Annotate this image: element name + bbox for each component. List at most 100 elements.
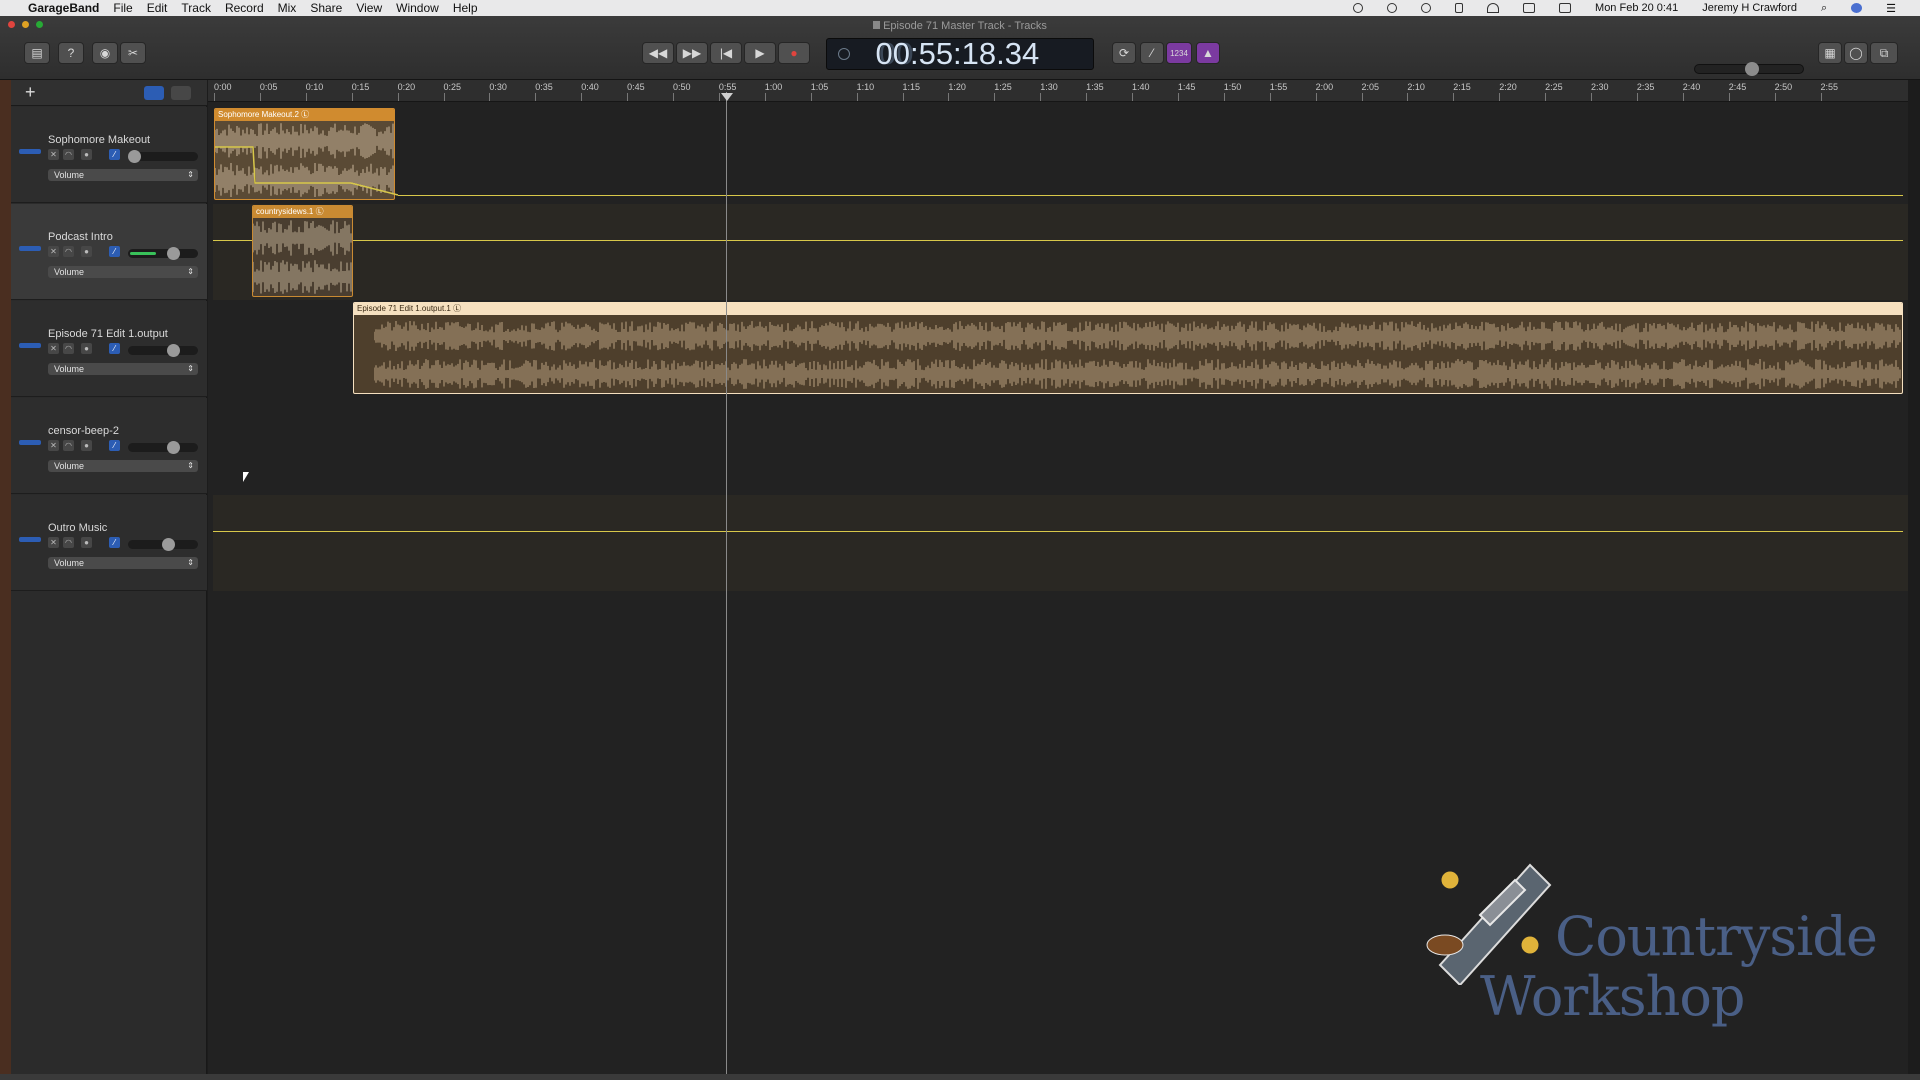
region-title[interactable]: countrysidews.1 Ⓛ <box>253 206 352 218</box>
play-button[interactable]: ▶ <box>744 42 776 64</box>
solo-button[interactable]: ◠ <box>63 246 74 257</box>
airplay-icon[interactable] <box>1523 3 1536 13</box>
cycle-button[interactable]: ⟳ <box>1112 42 1136 64</box>
menubar-user[interactable]: Jeremy H Crawford <box>1702 2 1797 14</box>
audio-region[interactable]: countrysidews.1 Ⓛ <box>252 205 353 297</box>
track-icon[interactable] <box>19 246 41 251</box>
count-in-button[interactable]: 1234 <box>1166 42 1192 64</box>
quick-help-button[interactable]: ? <box>58 42 84 64</box>
metronome-button[interactable]: ▲ <box>1196 42 1220 64</box>
loop-browser-button[interactable]: ◯ <box>1844 42 1868 64</box>
menu-record[interactable]: Record <box>225 1 264 15</box>
menu-share[interactable]: Share <box>310 1 342 15</box>
track-header[interactable]: Outro Music ✕ ◠ ● ⁄ Volume ⇕ <box>11 495 207 591</box>
record-status-icon[interactable] <box>1353 3 1364 13</box>
rewind-button[interactable]: ◀◀ <box>642 42 674 64</box>
record-enable-button[interactable]: ● <box>81 246 92 257</box>
mute-button[interactable]: ✕ <box>48 440 59 451</box>
fast-forward-button[interactable]: ▶▶ <box>676 42 708 64</box>
track-header[interactable]: Episode 71 Edit 1.output ✕ ◠ ● ⁄ Volume … <box>11 301 207 397</box>
track-icon[interactable] <box>19 440 41 445</box>
automation-button[interactable]: ⁄ <box>109 149 120 160</box>
automation-button[interactable]: ⁄ <box>109 537 120 548</box>
track-volume-slider[interactable] <box>128 150 198 163</box>
time-machine-icon[interactable] <box>1421 3 1432 13</box>
menu-file[interactable]: File <box>113 1 132 15</box>
automation-parameter-select[interactable]: Volume ⇕ <box>48 363 198 375</box>
track-name[interactable]: Sophomore Makeout <box>48 134 150 146</box>
menu-view[interactable]: View <box>356 1 382 15</box>
record-enable-button[interactable]: ● <box>81 343 92 354</box>
notification-center-icon[interactable]: ☰ <box>1886 2 1896 15</box>
track-volume-slider[interactable] <box>128 538 198 551</box>
automation-button[interactable]: ⁄ <box>109 246 120 257</box>
track-lane[interactable] <box>213 107 1908 203</box>
record-enable-button[interactable]: ● <box>81 537 92 548</box>
media-browser-button[interactable]: ⧉ <box>1870 42 1898 64</box>
master-volume-slider[interactable] <box>1694 62 1804 76</box>
bluetooth-icon[interactable] <box>1455 3 1464 13</box>
wifi-icon[interactable] <box>1487 3 1500 13</box>
smart-controls-button[interactable]: ◉ <box>92 42 118 64</box>
audio-region[interactable]: Episode 71 Edit 1.output.1 Ⓛ <box>353 302 1903 394</box>
automation-line[interactable] <box>213 531 1903 532</box>
track-name[interactable]: censor-beep-2 <box>48 425 119 437</box>
track-volume-knob[interactable] <box>167 344 181 357</box>
track-lane[interactable] <box>213 204 1908 300</box>
solo-button[interactable]: ◠ <box>63 440 74 451</box>
automation-parameter-select[interactable]: Volume ⇕ <box>48 266 198 278</box>
track-lane[interactable] <box>213 495 1908 591</box>
record-enable-button[interactable]: ● <box>81 440 92 451</box>
track-volume-knob[interactable] <box>161 538 175 551</box>
track-icon[interactable] <box>19 149 41 154</box>
playhead[interactable] <box>726 92 727 1080</box>
solo-button[interactable]: ◠ <box>63 149 74 160</box>
record-enable-button[interactable]: ● <box>81 149 92 160</box>
track-volume-knob[interactable] <box>128 150 141 163</box>
note-pad-button[interactable]: ▦ <box>1818 42 1842 64</box>
track-name[interactable]: Podcast Intro <box>48 231 113 243</box>
mute-button[interactable]: ✕ <box>48 246 59 257</box>
track-name[interactable]: Outro Music <box>48 522 107 534</box>
menu-track[interactable]: Track <box>181 1 211 15</box>
automation-curve[interactable] <box>213 107 413 203</box>
track-header[interactable]: censor-beep-2 ✕ ◠ ● ⁄ Volume ⇕ <box>11 398 207 494</box>
track-header[interactable]: Sophomore Makeout ✕ ◠ ● ⁄ Volume ⇕ <box>11 107 207 203</box>
siri-icon[interactable] <box>1851 3 1863 13</box>
track-icon[interactable] <box>19 537 41 542</box>
creative-cloud-icon[interactable] <box>1387 3 1398 13</box>
track-volume-slider[interactable] <box>128 247 198 260</box>
region-title[interactable]: Episode 71 Edit 1.output.1 Ⓛ <box>354 303 1902 315</box>
catch-playhead-button[interactable] <box>144 86 164 100</box>
region-body[interactable] <box>354 315 1902 393</box>
solo-button[interactable]: ◠ <box>63 537 74 548</box>
library-button[interactable]: ▤ <box>24 42 50 64</box>
menu-app[interactable]: GarageBand <box>28 1 99 15</box>
track-volume-knob[interactable] <box>167 247 181 260</box>
lcd-display[interactable]: 00 00:55:18.34 <box>826 36 1094 71</box>
filter-button[interactable] <box>171 86 191 100</box>
record-button[interactable]: ● <box>778 42 810 64</box>
go-to-start-button[interactable]: |◀ <box>710 42 742 64</box>
automation-line[interactable] <box>398 195 1903 196</box>
menu-help[interactable]: Help <box>453 1 478 15</box>
automation-button[interactable]: ⁄ <box>109 440 120 451</box>
track-lane[interactable] <box>213 398 1908 494</box>
automation-parameter-select[interactable]: Volume ⇕ <box>48 169 198 181</box>
automation-parameter-select[interactable]: Volume ⇕ <box>48 460 198 472</box>
menu-window[interactable]: Window <box>396 1 439 15</box>
automation-parameter-select[interactable]: Volume ⇕ <box>48 557 198 569</box>
tuner-button[interactable]: ⁄ <box>1140 42 1164 64</box>
menu-mix[interactable]: Mix <box>278 1 297 15</box>
editors-button[interactable]: ✂ <box>120 42 146 64</box>
timeline-ruler[interactable]: 0:00 0:05 0:10 0:15 0:20 0:25 0:30 0:35 0:40 0:45… <box>208 80 1908 102</box>
add-track-button[interactable]: + <box>25 83 36 101</box>
automation-line[interactable] <box>213 240 1903 241</box>
automation-button[interactable]: ⁄ <box>109 343 120 354</box>
battery-icon[interactable] <box>1559 3 1572 13</box>
track-volume-slider[interactable] <box>128 441 198 454</box>
menubar-clock[interactable]: Mon Feb 20 0:41 <box>1595 2 1678 14</box>
mute-button[interactable]: ✕ <box>48 343 59 354</box>
track-header[interactable]: Podcast Intro ✕ ◠ ● ⁄ Volume ⇕ <box>11 204 207 300</box>
mute-button[interactable]: ✕ <box>48 537 59 548</box>
